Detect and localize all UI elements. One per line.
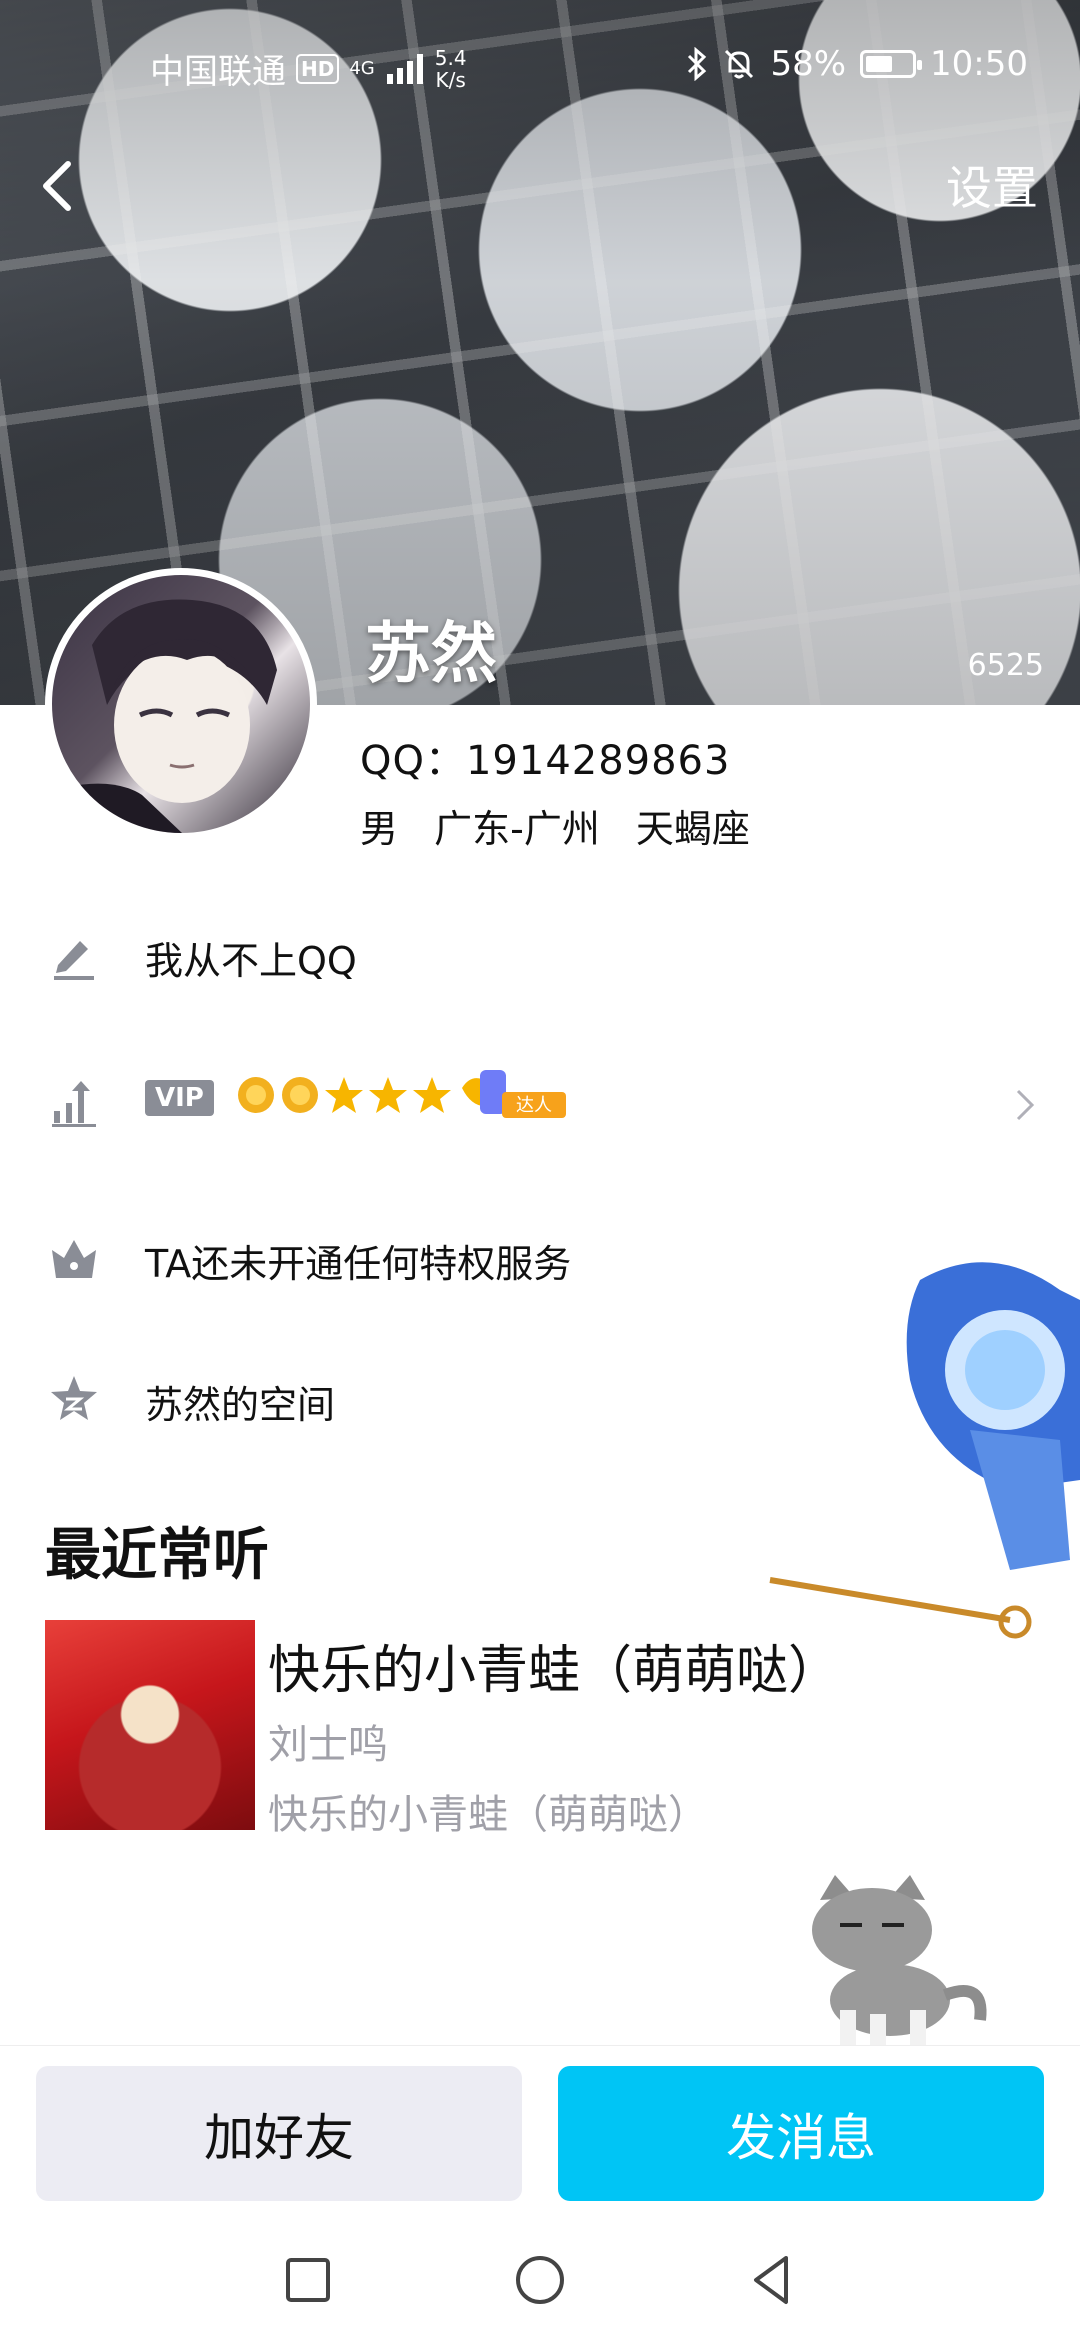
status-bar: 中国联通 HD 4G 5.4 K/s 58% 10:50 [0,0,1080,130]
carrier-name: 中国联通 [150,52,286,92]
vip-badge: VIP [145,1080,214,1116]
signal-icon [386,53,423,84]
network-speed: 5.4 K/s [435,47,467,91]
constellation: 天蝎座 [635,807,750,851]
clock: 10:50 [930,44,1028,84]
album-cover[interactable] [45,1620,255,1830]
song-artist: 刘士鸣 [268,1722,388,1768]
network-type: 4G [349,57,375,79]
profile-name: 苏然 [365,615,497,692]
qzone-text: 苏然的空间 [145,1382,336,1427]
qq-number[interactable]: QQ：1914289863 [360,728,730,786]
add-friend-button[interactable]: 加好友 [36,2066,522,2201]
avatar[interactable] [45,568,317,840]
star-level-icon [325,1077,363,1113]
qzone-star-icon [51,1376,97,1420]
battery-fill [866,56,893,72]
hd-icon: HD [296,53,340,84]
chevron-left-icon [43,161,71,211]
action-bar: 加好友 发消息 [0,2045,1080,2220]
level-row[interactable]: VIP 达人 [0,1050,1080,1160]
avatar-illustration [52,599,277,833]
level-chart-icon [52,1081,96,1127]
sun-level-icon [282,1077,318,1113]
recents-square-icon[interactable] [278,2250,338,2310]
song-title[interactable]: 快乐的小青蛙（萌萌哒） [268,1628,840,1703]
home-circle-icon[interactable] [510,2250,570,2310]
speed-unit: K/s [435,67,466,92]
knight-sticker[interactable] [760,1240,1080,1670]
level-icons [235,1074,453,1116]
star-level-icon [369,1077,407,1113]
battery-percent: 58% [770,44,847,84]
signature-text: 我从不上QQ [145,938,357,983]
chevron-right-icon [1016,1089,1035,1121]
status-left: 中国联通 HD 4G 5.4 K/s [150,44,467,93]
daren-badge: 达人 [462,1070,566,1118]
song-album: 快乐的小青蛙（萌萌哒） [268,1792,708,1838]
cat-sticker[interactable] [780,1870,1000,2050]
crown-icon [52,1240,96,1278]
status-right: 58% 10:50 [686,44,1028,84]
bluetooth-icon [688,47,707,81]
battery-icon [860,50,923,78]
back-triangle-icon[interactable] [742,2250,802,2310]
location: 广东-广州 [434,807,600,851]
settings-button[interactable]: 设置 [946,152,1038,218]
gender: 男 [360,807,399,851]
system-navigation-bar [0,2220,1080,2340]
recent-music-title: 最近常听 [45,1523,269,1588]
send-message-button[interactable]: 发消息 [558,2066,1044,2201]
star-level-icon [413,1077,451,1113]
sun-level-icon [238,1077,274,1113]
mute-bell-icon [725,49,754,79]
signature-row[interactable]: 我从不上QQ [0,902,1080,1012]
likes-count[interactable]: 6525 [968,648,1044,683]
privilege-text: TA还未开通任何特权服务 [145,1241,572,1286]
daren-label: 达人 [516,1095,552,1116]
profile-details: 男 广东-广州 天蝎座 [360,798,774,853]
back-button[interactable] [30,150,90,220]
speed-value: 5.4 [434,45,467,70]
edit-pencil-icon [54,941,94,980]
